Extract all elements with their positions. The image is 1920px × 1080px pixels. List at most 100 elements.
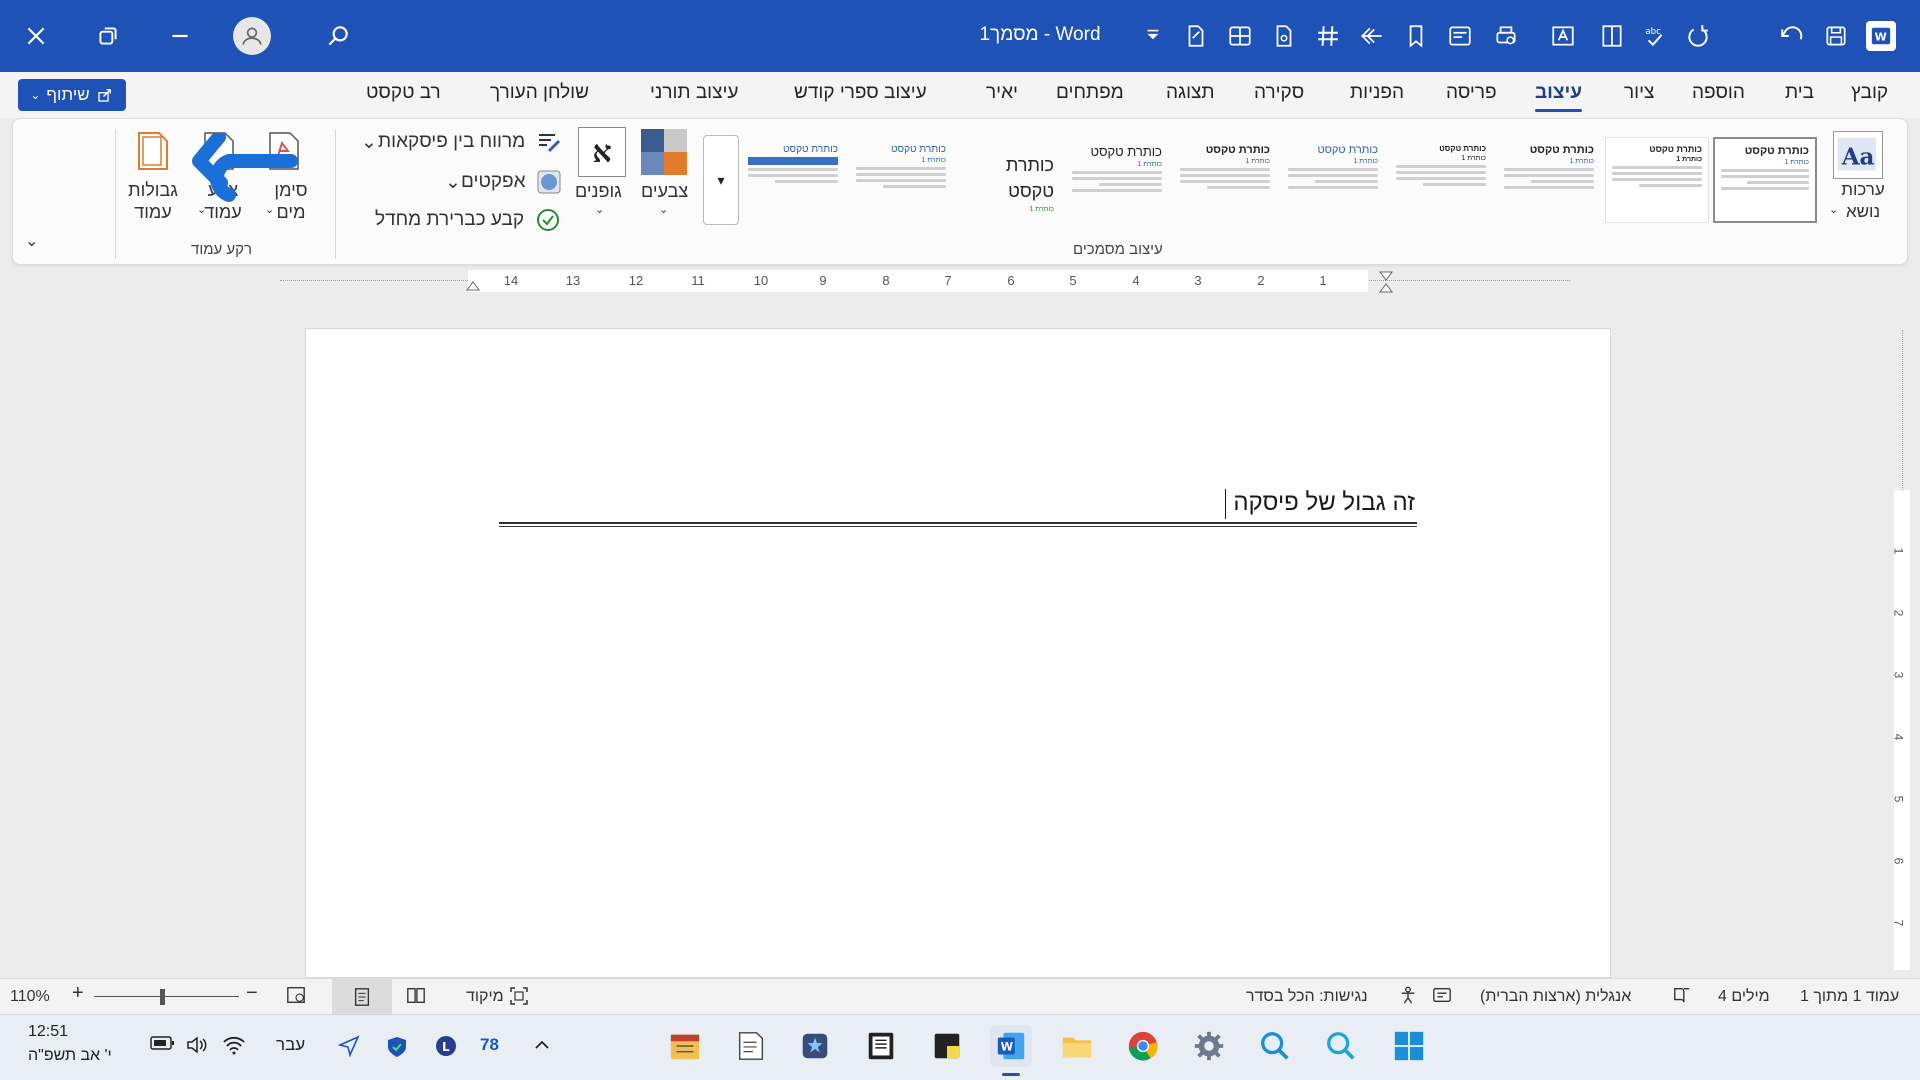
style-thumb-default[interactable]: כותרת טקסט כותרת 1 (1713, 137, 1817, 223)
spelling-icon[interactable]: abc (1636, 18, 1672, 54)
read-mode-icon[interactable] (406, 985, 426, 1010)
effects-icon[interactable] (536, 169, 562, 195)
document-edit-icon[interactable] (1178, 18, 1214, 54)
focus-label[interactable]: מיקוד (466, 988, 504, 1006)
settings-gear-icon[interactable] (1188, 1025, 1230, 1067)
accessibility-icon[interactable] (1398, 985, 1418, 1010)
start-windows-icon[interactable] (1388, 1025, 1430, 1067)
tab-yair[interactable]: יאיר (986, 82, 1018, 104)
accessibility-status[interactable]: נגישות: הכל בסדר (1246, 988, 1368, 1006)
calendar-app-icon[interactable] (664, 1025, 706, 1067)
chevron-down-icon[interactable]: ⌄ (595, 203, 604, 216)
word-count[interactable]: 4 מילים (1718, 988, 1770, 1006)
style-thumb-2[interactable]: כותרת טקסט כותרת 1 (1605, 137, 1709, 223)
tab-design[interactable]: עיצוב (1535, 82, 1582, 112)
tab-insert[interactable]: הוספה (1692, 82, 1745, 104)
tab-home[interactable]: בית (1785, 82, 1814, 104)
photos-app-icon[interactable] (794, 1025, 836, 1067)
page-borders-label[interactable]: גבולות עמוד (123, 179, 183, 223)
sticky-notes-app-icon[interactable] (926, 1025, 968, 1067)
check-circle-icon[interactable] (535, 207, 561, 233)
paragraph-text[interactable]: זה גבול של פיסקה (919, 489, 1415, 517)
restore-icon[interactable] (90, 18, 126, 54)
style-thumb-4[interactable]: כותרת טקסט כותרת 1 (1389, 137, 1493, 223)
fonts-label[interactable]: גופנים (575, 181, 622, 202)
tab-references[interactable]: הפניות (1350, 82, 1404, 104)
notes-app-icon[interactable] (730, 1025, 772, 1067)
notification-badge[interactable]: 78 (480, 1035, 499, 1055)
bookmark-icon[interactable] (1398, 18, 1434, 54)
share-button[interactable]: ⌄ שיתוף (18, 79, 126, 111)
zoom-in-button[interactable]: + (72, 982, 84, 1005)
minimize-icon[interactable] (162, 18, 198, 54)
print-layout-button[interactable] (332, 979, 392, 1015)
hash-icon[interactable] (1310, 18, 1346, 54)
colors-icon[interactable] (641, 129, 687, 175)
styles-gallery-more-button[interactable]: ▾ (703, 135, 739, 225)
effects-label[interactable]: אפקטים (461, 171, 526, 193)
paragraph-spacing-icon[interactable] (535, 129, 563, 157)
battery-icon[interactable] (150, 1035, 176, 1056)
chevron-down-icon[interactable]: ⌄ (659, 203, 668, 216)
style-thumb-10[interactable]: כותרת טקסט (741, 137, 845, 223)
tab-editor-desk[interactable]: שולחן העורך (490, 82, 589, 104)
reader-app-icon[interactable] (860, 1025, 902, 1067)
page-borders-icon[interactable] (137, 131, 169, 171)
tab-rav-text[interactable]: רב טקסט (366, 82, 441, 104)
indent-marker-icon[interactable] (1378, 270, 1394, 296)
security-shield-icon[interactable] (386, 1035, 408, 1064)
input-language[interactable]: עבר (276, 1035, 305, 1055)
arrow-left-icon[interactable] (1354, 18, 1390, 54)
tab-holy-books-design[interactable]: עיצוב ספרי קודש (794, 82, 927, 104)
track-changes-icon[interactable] (1432, 985, 1452, 1010)
themes-icon[interactable]: Aa (1833, 131, 1883, 179)
qat-customize-icon[interactable] (1135, 18, 1171, 54)
zoom-level[interactable]: 110% (10, 988, 50, 1006)
chevron-down-icon[interactable]: ⌄ (1829, 203, 1838, 216)
tab-file[interactable]: קובץ (1851, 82, 1888, 104)
collapse-ribbon-icon[interactable]: ⌄ (25, 231, 38, 251)
l-app-icon[interactable]: L (435, 1035, 457, 1062)
chrome-icon[interactable] (1122, 1025, 1164, 1067)
search-icon[interactable] (320, 18, 356, 54)
focus-icon[interactable] (508, 985, 530, 1012)
file-explorer-icon[interactable] (1056, 1025, 1098, 1067)
chevron-down-icon[interactable]: ⌄ (361, 131, 377, 154)
language-status[interactable]: אנגלית (ארצות הברית) (1480, 988, 1631, 1006)
save-icon[interactable] (1818, 18, 1854, 54)
tab-review[interactable]: סקירה (1254, 82, 1304, 104)
style-thumb-6[interactable]: כותרת טקסט כותרת 1 (1173, 137, 1277, 223)
tab-layout[interactable]: פריסה (1446, 82, 1497, 104)
send-icon[interactable] (337, 1035, 360, 1062)
chevron-down-icon[interactable]: ⌄ (445, 171, 461, 194)
style-thumb-7[interactable]: כותרת טקסט כותרת 1 (1065, 137, 1169, 223)
chevron-up-icon[interactable] (532, 1035, 552, 1060)
tab-torah-design[interactable]: עיצוב תורני (650, 82, 738, 104)
style-thumb-9[interactable]: כותרת טקסט כותרת 1 (849, 137, 953, 223)
document-page[interactable]: זה גבול של פיסקה (305, 328, 1611, 978)
redo-icon[interactable] (1774, 18, 1810, 54)
close-icon[interactable] (18, 18, 54, 54)
horizontal-ruler[interactable]: 1 2 3 4 5 6 7 8 9 10 11 12 13 14 (280, 270, 1570, 293)
word-taskbar-icon[interactable]: W (990, 1025, 1032, 1067)
zoom-out-button[interactable]: − (246, 982, 258, 1005)
vertical-ruler[interactable]: 1 2 3 4 5 6 7 (1890, 330, 1916, 970)
colors-label[interactable]: צבעים (641, 181, 688, 202)
themes-label[interactable]: ערכות נושא (1833, 179, 1893, 223)
table-grid-icon[interactable] (1222, 18, 1258, 54)
search-app-2-icon[interactable] (1320, 1025, 1362, 1067)
paragraph-spacing-label[interactable]: מרווח בין פיסקאות (378, 131, 525, 153)
web-layout-icon[interactable] (286, 985, 306, 1010)
clock-time[interactable]: 12:51 (28, 1023, 68, 1041)
zoom-slider[interactable] (94, 996, 239, 997)
zoom-slider-thumb[interactable] (160, 989, 165, 1005)
search-app-icon[interactable] (1254, 1025, 1296, 1067)
print-preview-icon[interactable] (1488, 18, 1524, 54)
left-indent-marker-icon[interactable] (466, 278, 480, 292)
clock-date[interactable]: י' אב תשפ"ה (28, 1047, 112, 1065)
style-thumb-5[interactable]: כותרת טקסט כותרת 1 (1281, 137, 1385, 223)
tab-draw[interactable]: ציור (1624, 82, 1654, 104)
proofing-book-icon[interactable] (1672, 985, 1692, 1010)
tab-developer[interactable]: מפתחים (1056, 82, 1124, 104)
form-icon[interactable] (1442, 18, 1478, 54)
